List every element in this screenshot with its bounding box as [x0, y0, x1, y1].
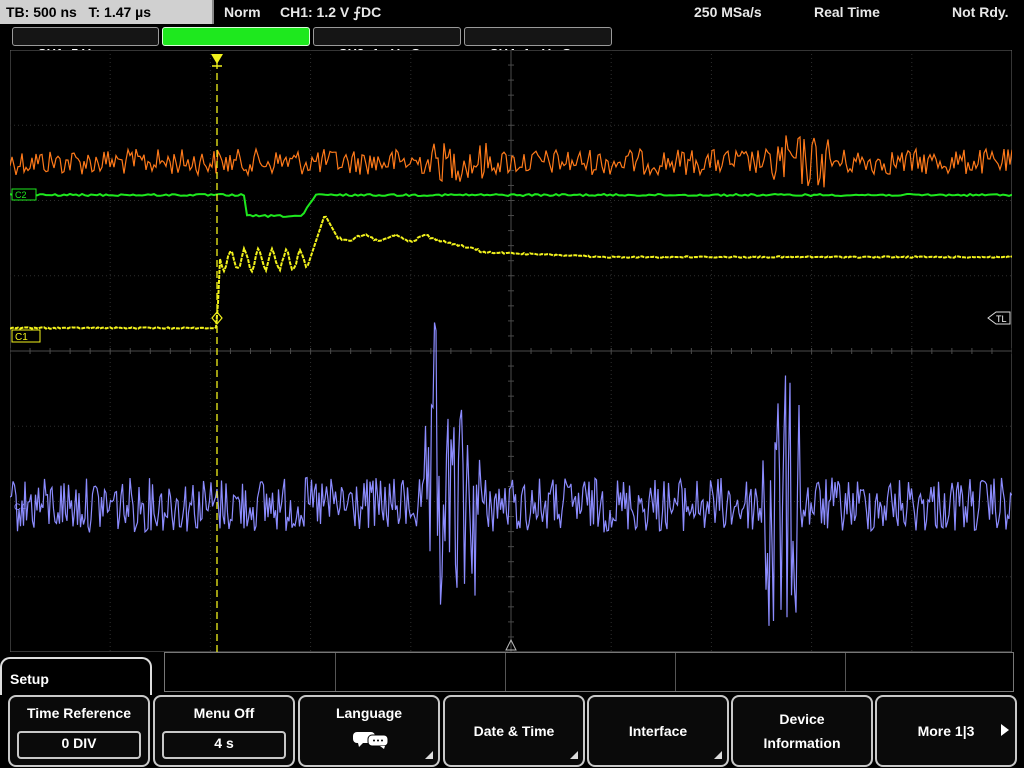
time-reference-label: Time Reference	[26, 705, 131, 721]
ch2-ground-marker[interactable]: C2	[11, 188, 37, 201]
more-label: More 1|3	[917, 723, 975, 739]
device-information-label: Device Information	[763, 711, 841, 751]
menu-off-label: Menu Off	[193, 705, 255, 721]
interface-label: Interface	[628, 723, 688, 739]
tab-ch3[interactable]: CH3: 1mV≃Ω	[313, 27, 461, 61]
right-arrow-icon	[1001, 724, 1009, 736]
menu-off-button[interactable]: Menu Off 4 s	[153, 695, 295, 767]
time-reference-value[interactable]: 0 DIV	[17, 731, 141, 759]
speech-bubble-icon	[353, 732, 389, 749]
ch1-ground-marker[interactable]: C1	[11, 329, 41, 343]
more-button[interactable]: More 1|3	[875, 695, 1017, 767]
date-time-label: Date & Time	[473, 723, 555, 739]
trigger-time-value: T: 1.47 µs	[88, 4, 152, 20]
time-reference-button[interactable]: Time Reference 0 DIV	[8, 695, 150, 767]
tab-ch1[interactable]: CH1: 5 V≃	[12, 27, 159, 61]
interface-button[interactable]: Interface	[587, 695, 729, 767]
run-state: Not Rdy.	[952, 4, 1009, 20]
submenu-indicator-icon	[425, 751, 433, 759]
trigger-level-label: TL	[996, 314, 1007, 324]
submenu-indicator-icon	[714, 751, 722, 759]
timebase-readout[interactable]: TB: 500 ns T: 1.47 µs	[0, 0, 214, 24]
status-bar: TB: 500 ns T: 1.47 µs Norm CH1: 1.2 V ⨍D…	[0, 0, 1024, 26]
softkey-info-strip	[164, 652, 1014, 692]
trigger-source[interactable]: CH1: 1.2 V ⨍DC	[280, 0, 381, 24]
trigger-mode[interactable]: Norm	[224, 0, 261, 24]
tab-ch2[interactable]: CH2: 20 mV≃Ω	[162, 27, 310, 61]
ch4-marker-label: C4	[14, 502, 26, 512]
tab-ch4[interactable]: CH4: 1mV≃Ω	[464, 27, 612, 61]
ch4-ground-marker[interactable]: C4	[14, 502, 26, 512]
acquisition-mode[interactable]: Real Time	[814, 0, 880, 24]
ch1-marker-label: C1	[15, 332, 28, 343]
menu-title-setup[interactable]: Setup	[0, 657, 152, 695]
menu-off-value[interactable]: 4 s	[162, 731, 286, 759]
sample-rate: 250 MSa/s	[694, 4, 762, 20]
waveform-display[interactable]: C1 C2 C4 TL	[10, 50, 1012, 652]
date-time-button[interactable]: Date & Time	[443, 695, 585, 767]
language-button[interactable]: Language	[298, 695, 440, 767]
timebase-value: TB: 500 ns	[6, 4, 77, 20]
ch2-marker-label: C2	[15, 190, 27, 200]
device-information-button[interactable]: Device Information	[731, 695, 873, 767]
language-label: Language	[335, 705, 403, 721]
submenu-indicator-icon	[570, 751, 578, 759]
